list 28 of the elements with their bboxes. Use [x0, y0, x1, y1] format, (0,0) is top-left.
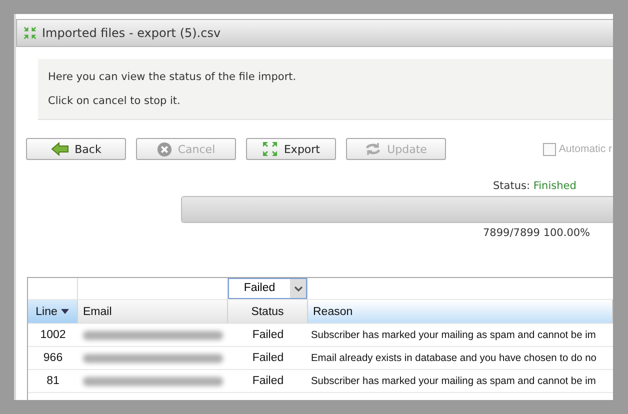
column-header[interactable]: Reason: [308, 300, 613, 323]
table-cell-text: 1002: [39, 328, 67, 343]
table-cell-text: Failed: [251, 374, 285, 389]
column-header[interactable]: Line: [28, 300, 78, 323]
close-icon: [156, 142, 172, 156]
collapse-arrows-icon: [23, 26, 37, 40]
table-cell-text: Subscriber has marked your mailing as spam and cannot be im: [310, 328, 597, 342]
info-text: Here you can view the status of the file import.: [48, 71, 298, 83]
refresh-icon: [365, 142, 382, 156]
table-cell-text: Email already exists in database and you have chosen to do no: [310, 352, 598, 366]
table-cell-text: Failed: [251, 328, 285, 343]
window-title: Imported files - export (5).csv: [42, 26, 221, 40]
sort-down-icon: [61, 309, 70, 314]
info-text: Click on cancel to stop it.: [48, 95, 182, 107]
arrow-left-icon: [50, 142, 69, 156]
table-cell-text: 966: [42, 351, 64, 366]
column-header[interactable]: Status: [228, 300, 308, 323]
export-button[interactable]: Export: [246, 138, 336, 160]
expand-arrows-icon: [262, 141, 278, 157]
progress-reading: 7899/7899 100.00%: [483, 227, 592, 239]
table-cell-text: Subscriber has marked your mailing as spam and cannot be im: [310, 374, 597, 388]
table-cell-text: 81: [46, 374, 60, 389]
column-header[interactable]: Email: [78, 300, 228, 323]
back-button[interactable]: Back: [26, 138, 126, 160]
status-text: Status: Finished: [493, 180, 578, 192]
table-cell-text: Failed: [251, 351, 285, 366]
status-filter[interactable]: Failed: [228, 278, 307, 299]
chevron-down-icon: [294, 286, 302, 292]
